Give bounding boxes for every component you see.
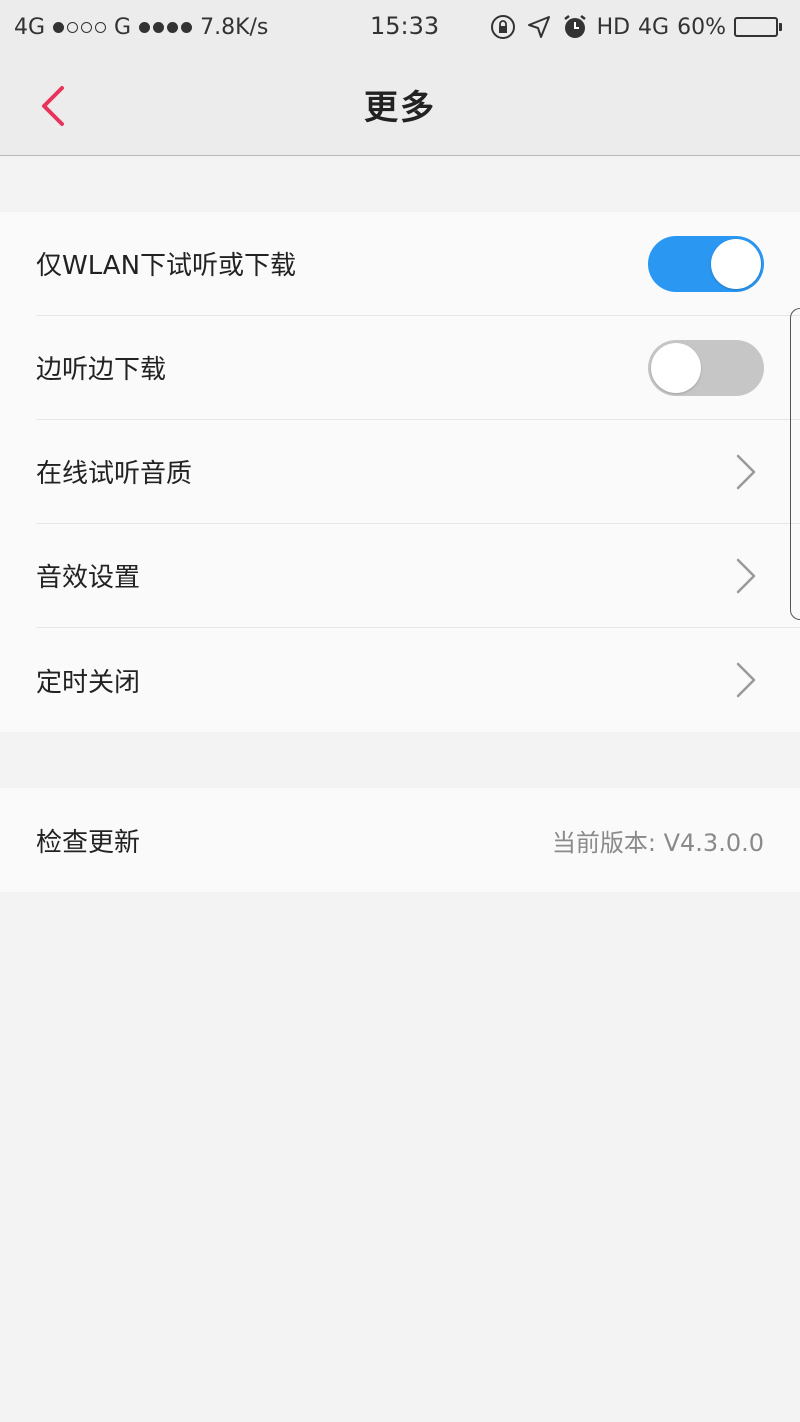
- chevron-right-icon: [736, 662, 756, 698]
- battery-percent: 60%: [677, 14, 726, 40]
- setting-label: 边听边下载: [36, 355, 167, 385]
- network-type-1: 4G: [14, 14, 46, 40]
- page-title: 更多: [364, 88, 436, 128]
- location-icon: [525, 13, 553, 41]
- signal-strength-2-icon: [139, 21, 193, 33]
- check-update-row[interactable]: 检查更新 当前版本: V4.3.0.0: [36, 788, 800, 892]
- clock: 15:33: [370, 12, 440, 40]
- wlan-only-toggle[interactable]: [648, 235, 764, 292]
- settings-group: 仅WLAN下试听或下载 边听边下载 在线试听音质 音效设置 定时关闭: [0, 212, 800, 732]
- chevron-right-icon: [736, 558, 756, 593]
- chevron-left-icon: [42, 86, 64, 126]
- signal-strength-1-icon: [53, 21, 107, 33]
- network-type-2: G: [114, 14, 132, 40]
- lte-indicator: 4G: [638, 14, 670, 40]
- check-update-label: 检查更新: [36, 827, 141, 858]
- download-while-listening-toggle[interactable]: [648, 339, 764, 396]
- update-group: 检查更新 当前版本: V4.3.0.0: [0, 788, 800, 892]
- setting-online-quality[interactable]: 在线试听音质: [36, 420, 800, 524]
- setting-label: 在线试听音质: [36, 459, 193, 489]
- alarm-icon: [561, 13, 589, 41]
- nav-bar: 更多: [0, 54, 800, 156]
- status-left: 4G G 7.8K/s: [14, 15, 268, 40]
- hd-indicator: HD: [596, 14, 631, 40]
- edge-panel-handle[interactable]: [790, 308, 800, 620]
- current-version: 当前版本: V4.3.0.0: [551, 828, 764, 857]
- setting-label: 音效设置: [36, 563, 141, 593]
- status-right: HD 4G 60%: [489, 13, 782, 41]
- battery-icon: [734, 17, 782, 37]
- network-speed: 7.8K/s: [200, 14, 269, 40]
- setting-label: 定时关闭: [36, 667, 141, 698]
- setting-label: 仅WLAN下试听或下载: [36, 251, 297, 281]
- back-button[interactable]: [34, 82, 74, 130]
- rotation-lock-icon: [489, 13, 517, 41]
- status-bar: 4G G 7.8K/s 15:33 HD 4G 60%: [0, 0, 800, 54]
- chevron-right-icon: [736, 454, 756, 489]
- setting-download-while-listening[interactable]: 边听边下载: [36, 316, 800, 420]
- setting-sleep-timer[interactable]: 定时关闭: [36, 628, 800, 732]
- setting-wlan-only[interactable]: 仅WLAN下试听或下载: [36, 212, 800, 316]
- setting-sound-effects[interactable]: 音效设置: [36, 524, 800, 628]
